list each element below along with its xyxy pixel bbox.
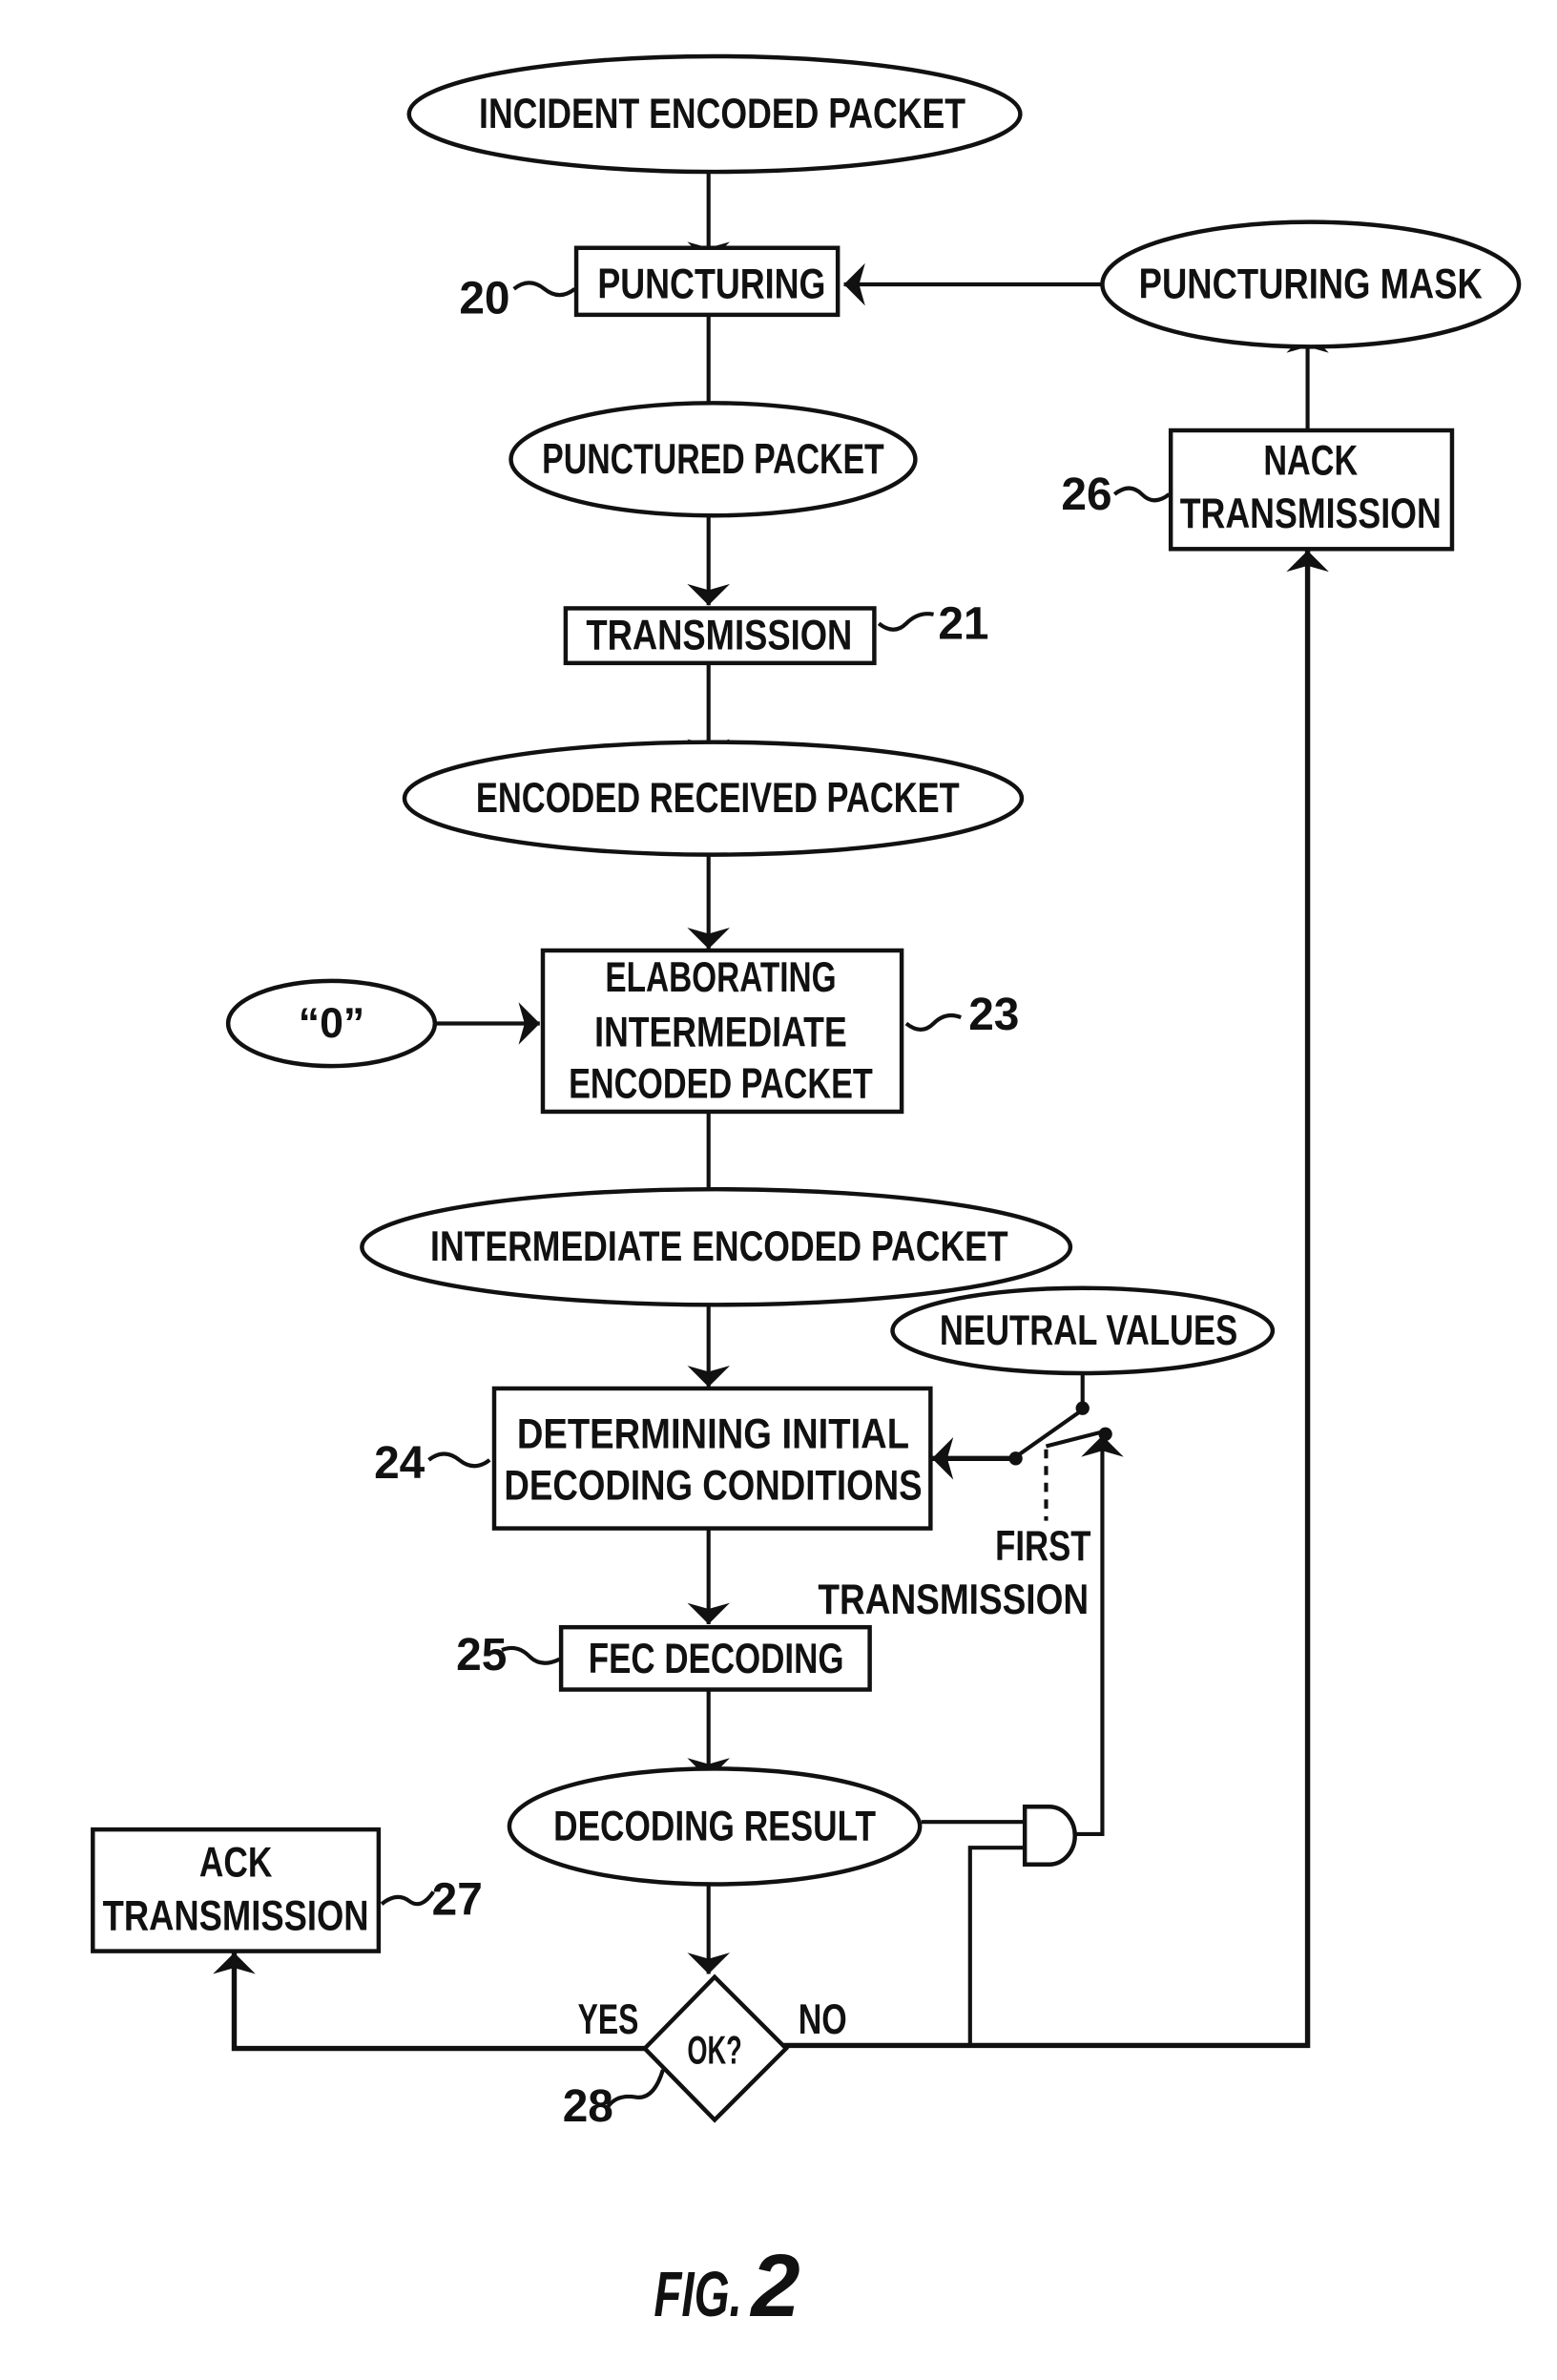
leader-28 [606, 2069, 665, 2108]
node-puncturing: PUNCTURING [573, 245, 841, 318]
node-neutral-values: NEUTRAL VALUES [890, 1285, 1276, 1376]
node-ok-decision: OK? [641, 1973, 790, 2123]
node-incident-encoded-packet: INCIDENT ENCODED PACKET [406, 53, 1023, 175]
node-fec-decoding: FEC DECODING [558, 1624, 872, 1692]
node-nack-transmission: NACK TRANSMISSION [1168, 428, 1455, 552]
node-zero-input: “0” [225, 978, 438, 1069]
node-determining: DETERMINING INITIAL DECODING CONDITIONS [491, 1386, 933, 1531]
ref-27: 27 [432, 1874, 483, 1925]
node-punctured-packet: PUNCTURED PACKET [509, 401, 918, 518]
leader-24 [427, 1451, 491, 1469]
node-intermediate-encoded-packet: INTERMEDIATE ENCODED PACKET [360, 1186, 1073, 1307]
puncturing-mask-label: PUNCTURING MASK [1139, 261, 1483, 308]
ref-24: 24 [374, 1438, 426, 1489]
yes-label: YES [578, 1996, 639, 2043]
node-transmission: TRANSMISSION [563, 606, 877, 666]
elaborating-label-line1: ELABORATING [605, 954, 836, 1001]
determining-label-line2: DECODING CONDITIONS [504, 1462, 922, 1509]
node-puncturing-mask: PUNCTURING MASK [1100, 219, 1522, 349]
neutral-values-label: NEUTRAL VALUES [940, 1307, 1237, 1354]
leader-21 [877, 612, 934, 632]
ack-label-line1: ACK [199, 1840, 272, 1887]
switch-arm [1014, 1408, 1084, 1459]
first-transmission-label-line1: FIRST [995, 1523, 1090, 1570]
ref-21: 21 [938, 598, 988, 649]
ref-28: 28 [563, 2081, 613, 2132]
switch-pivot [1008, 1451, 1023, 1466]
intermediate-encoded-packet-label: INTERMEDIATE ENCODED PACKET [430, 1223, 1008, 1270]
node-decoding-result: DECODING RESULT [507, 1766, 923, 1887]
switch-contact-feedback [1098, 1427, 1112, 1441]
ref-20: 20 [459, 273, 509, 324]
figure-caption-prefix: FIG. [654, 2259, 741, 2330]
ok-decision-label: OK? [687, 2028, 741, 2073]
node-elaborating: ELABORATING INTERMEDIATE ENCODED PACKET [540, 948, 904, 1115]
elaborating-label-line2: INTERMEDIATE [594, 1010, 847, 1056]
switch-arm-alt [1045, 1429, 1107, 1449]
flowchart: INCIDENT ENCODED PACKET PUNCTURING 20 PU… [91, 53, 1522, 2335]
leader-20 [512, 281, 576, 298]
node-ack-transmission: ACK TRANSMISSION [91, 1827, 382, 1953]
nack-label-line2: TRANSMISSION [1180, 491, 1442, 537]
leader-26 [1112, 486, 1171, 503]
determining-label-line1: DETERMINING INITIAL [517, 1410, 909, 1457]
ref-25: 25 [456, 1630, 507, 1681]
leader-25 [501, 1645, 561, 1665]
figure-caption-number: 2 [749, 2236, 799, 2335]
puncturing-label: PUNCTURING [597, 261, 825, 308]
node-encoded-received-packet: ENCODED RECEIVED PACKET [402, 740, 1025, 857]
line-no-to-and-gate [967, 1846, 1026, 2046]
no-label: NO [799, 1996, 847, 2043]
ack-label-line2: TRANSMISSION [103, 1892, 369, 1939]
switch-contact-neutral [1075, 1401, 1090, 1415]
ref-26: 26 [1061, 470, 1111, 520]
first-transmission-label-line2: TRANSMISSION [818, 1576, 1089, 1623]
incident-encoded-packet-label: INCIDENT ENCODED PACKET [479, 91, 965, 137]
zero-input-label: “0” [299, 1000, 364, 1047]
leader-23 [904, 1013, 963, 1032]
and-gate [1022, 1804, 1077, 1867]
punctured-packet-label: PUNCTURED PACKET [542, 436, 884, 483]
fec-decoding-label: FEC DECODING [589, 1636, 844, 1682]
elaborating-label-line3: ENCODED PACKET [569, 1061, 873, 1108]
nack-label-line1: NACK [1263, 437, 1358, 484]
encoded-received-packet-label: ENCODED RECEIVED PACKET [476, 775, 960, 822]
arrow-and-gate-to-switch [1073, 1435, 1124, 1836]
decoding-result-label: DECODING RESULT [553, 1803, 876, 1849]
ref-23: 23 [968, 990, 1019, 1040]
leader-27 [380, 1890, 435, 1907]
transmission-label: TRANSMISSION [586, 613, 852, 659]
